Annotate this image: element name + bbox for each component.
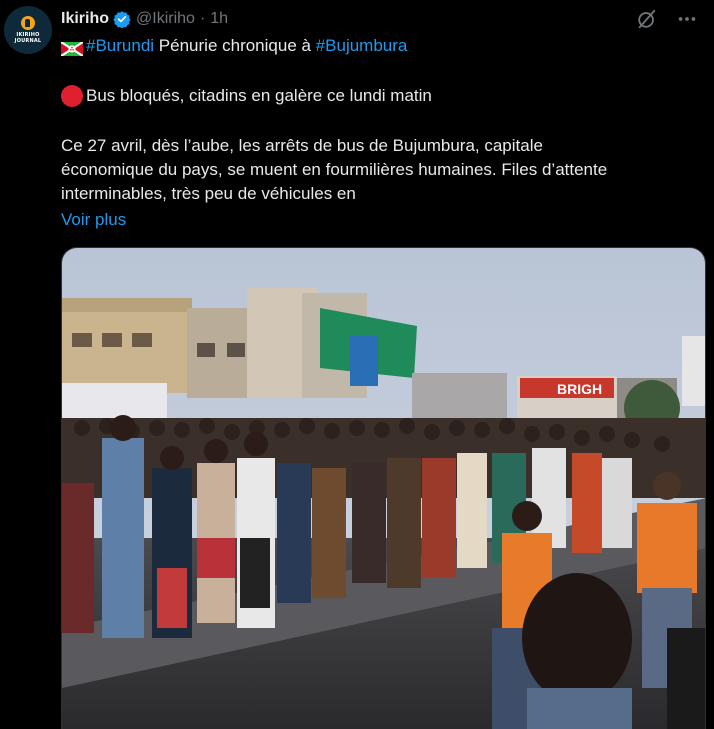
paragraph-line: économique du pays, se muent en fourmili… — [61, 160, 608, 179]
paragraph-line: Ce 27 avril, dès l’aube, les arrêts de b… — [61, 136, 543, 155]
ikiriho-logo-icon — [21, 16, 35, 30]
show-more-link[interactable]: Voir plus — [61, 208, 701, 232]
post-actions-top — [636, 8, 698, 30]
avatar-brand-text: IKIRIHO JOURNAL — [14, 32, 42, 44]
verified-badge-icon — [113, 10, 131, 28]
post-time[interactable]: 1h — [210, 10, 228, 28]
post-photo[interactable]: BRIGH — [61, 247, 706, 729]
author-name[interactable]: Ikiriho — [61, 10, 109, 28]
separator-dot: · — [199, 10, 206, 27]
paragraph-line: interminables, très peu de véhicules en — [61, 184, 356, 203]
post-line-1: #Burundi Pénurie chronique à #Bujumbura — [60, 34, 701, 58]
hashtag-burundi[interactable]: #Burundi — [86, 34, 154, 58]
billboard-text: BRIGH — [557, 381, 602, 397]
burundi-flag-icon — [60, 39, 84, 57]
more-icon[interactable] — [676, 8, 698, 30]
author-handle[interactable]: @Ikiriho — [136, 10, 195, 28]
post-header: Ikiriho @Ikiriho · 1h — [61, 8, 228, 30]
post-line-1-text: Pénurie chronique à — [158, 36, 311, 55]
avatar[interactable]: IKIRIHO JOURNAL — [4, 6, 52, 54]
street-scene-image: BRIGH — [62, 248, 705, 729]
post-line-2: Bus bloqués, citadins en galère ce lundi… — [61, 84, 701, 108]
hashtag-bujumbura[interactable]: #Bujumbura — [316, 34, 408, 58]
post-paragraph: Ce 27 avril, dès l’aube, les arrêts de b… — [61, 134, 701, 206]
grok-icon[interactable] — [636, 8, 658, 30]
post-line-2-text: Bus bloqués, citadins en galère ce lundi… — [86, 86, 432, 105]
red-circle-icon — [61, 85, 83, 107]
